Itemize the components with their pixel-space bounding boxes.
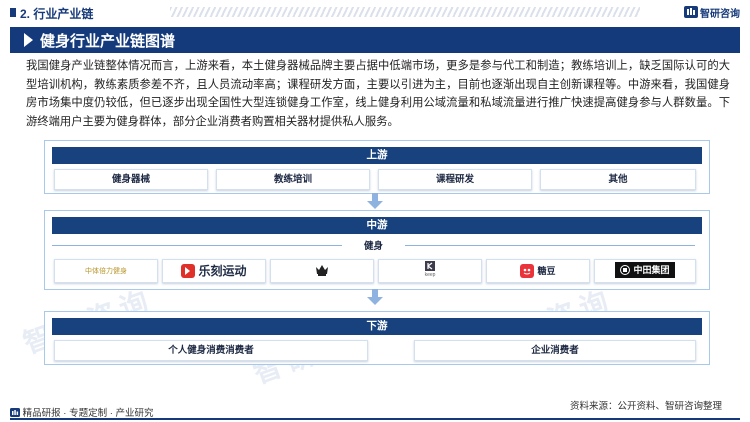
page-title: 健身行业产业链图谱 <box>40 33 176 50</box>
intro-paragraph: 我国健身产业链整体情况而言，上游来看，本土健身器械品牌主要占据中低端市场，更多是… <box>26 60 730 128</box>
brand-logo-icon <box>10 408 20 417</box>
downstream-box: 下游 个人健身消费消费者 企业消费者 <box>44 311 710 365</box>
title-bar: 健身行业产业链图谱 <box>10 27 740 53</box>
title-arrow-icon <box>24 33 33 47</box>
logo-lefit: 乐刻运动 <box>162 259 266 283</box>
decorative-stripes <box>170 7 640 17</box>
top-bar: 2. 行业产业链 智研咨询 <box>0 0 750 24</box>
flow-arrow-icon <box>367 297 383 305</box>
downstream-item: 企业消费者 <box>414 340 696 361</box>
brand-logo-icon <box>684 6 698 18</box>
section-marker <box>10 8 16 17</box>
logo-crown <box>270 259 374 283</box>
logo-tangdou: 糖豆 <box>486 259 590 283</box>
footer-tagline: 精品研报 · 专题定制 · 产业研究 <box>10 405 154 419</box>
tangdou-logo-icon <box>520 264 535 278</box>
crown-logo-icon <box>316 265 328 277</box>
upstream-header: 上游 <box>52 147 702 164</box>
lefit-logo-icon <box>181 264 196 278</box>
zhongtian-logo-icon <box>620 265 631 276</box>
logo-zhongtian: 中田集团 <box>594 259 696 283</box>
logo-keep: keep <box>378 259 482 283</box>
upstream-item: 课程研发 <box>378 169 532 190</box>
footer-rule <box>10 418 740 420</box>
source-note: 资料来源：公开资料、智研咨询整理 <box>570 401 723 412</box>
upstream-item: 其他 <box>540 169 696 190</box>
midstream-header: 中游 <box>52 217 702 234</box>
downstream-header: 下游 <box>52 318 702 335</box>
upstream-item: 教练培训 <box>216 169 370 190</box>
keep-logo-icon <box>425 260 435 271</box>
brand-name: 智研咨询 <box>700 9 740 20</box>
section-label: 2. 行业产业链 <box>20 7 94 21</box>
upstream-item: 健身器械 <box>54 169 208 190</box>
upstream-box: 上游 健身器械 教练培训 课程研发 其他 <box>44 140 710 194</box>
midstream-box: 中游 健身 中体倍力健身 乐刻运动 keep 糖豆 中田集团 <box>44 210 710 290</box>
downstream-item: 个人健身消费消费者 <box>54 340 368 361</box>
flow-arrow-icon <box>367 201 383 209</box>
logo-sports: 中体倍力健身 <box>54 259 158 283</box>
fitness-divider: 健身 <box>52 239 695 252</box>
